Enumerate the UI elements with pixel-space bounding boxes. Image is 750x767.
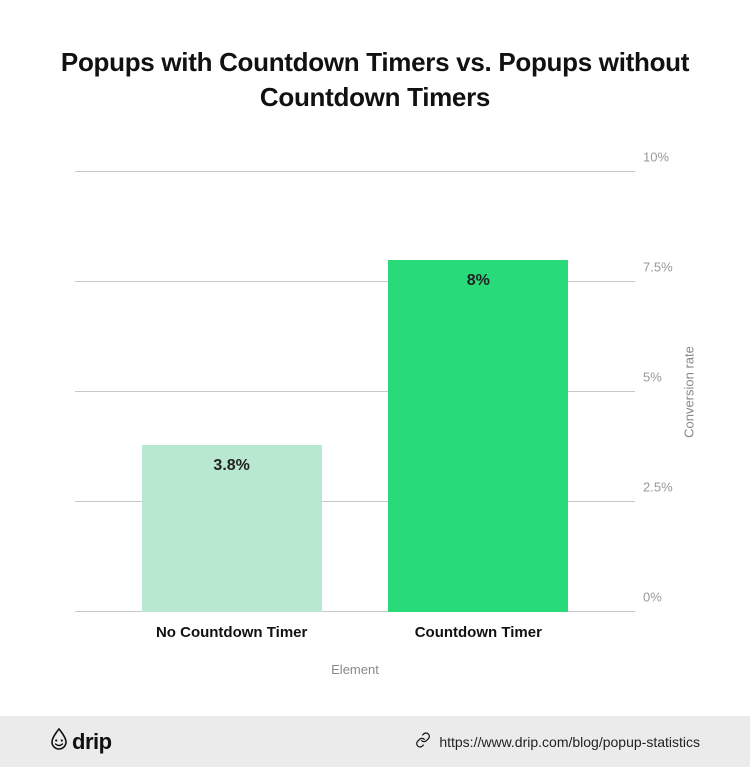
- bars-group: 3.8% 8%: [75, 172, 635, 612]
- bar-no-countdown: 3.8%: [142, 445, 322, 612]
- y-tick-label: 10%: [643, 150, 685, 165]
- bar-wrap: 8%: [388, 260, 568, 612]
- drip-logo-icon: [50, 728, 68, 756]
- bar-value-label: 8%: [388, 272, 568, 290]
- y-tick-label: 2.5%: [643, 480, 685, 495]
- chart-container: Popups with Countdown Timers vs. Popups …: [0, 0, 750, 716]
- x-axis-label: Element: [75, 662, 635, 677]
- bar-value-label: 3.8%: [142, 457, 322, 475]
- footer-bar: drip https://www.drip.com/blog/popup-sta…: [0, 716, 750, 767]
- bar-wrap: 3.8%: [142, 445, 322, 612]
- x-tick-label: Countdown Timer: [388, 624, 568, 641]
- bar-countdown: 8%: [388, 260, 568, 612]
- y-tick-label: 7.5%: [643, 260, 685, 275]
- plot-area: 0% 2.5% 5% 7.5% 10% Conversion rate 3.8%…: [75, 172, 635, 612]
- source-url-text: https://www.drip.com/blog/popup-statisti…: [439, 734, 700, 750]
- source-link[interactable]: https://www.drip.com/blog/popup-statisti…: [415, 732, 700, 751]
- x-tick-label: No Countdown Timer: [142, 624, 322, 641]
- link-icon: [415, 732, 431, 751]
- chart-title: Popups with Countdown Timers vs. Popups …: [0, 45, 750, 115]
- y-axis-label: Conversion rate: [682, 346, 697, 438]
- y-tick-label: 5%: [643, 370, 685, 385]
- drip-logo: drip: [50, 728, 112, 756]
- logo-text: drip: [72, 729, 112, 755]
- y-tick-label: 0%: [643, 590, 685, 605]
- x-labels: No Countdown Timer Countdown Timer: [75, 624, 635, 641]
